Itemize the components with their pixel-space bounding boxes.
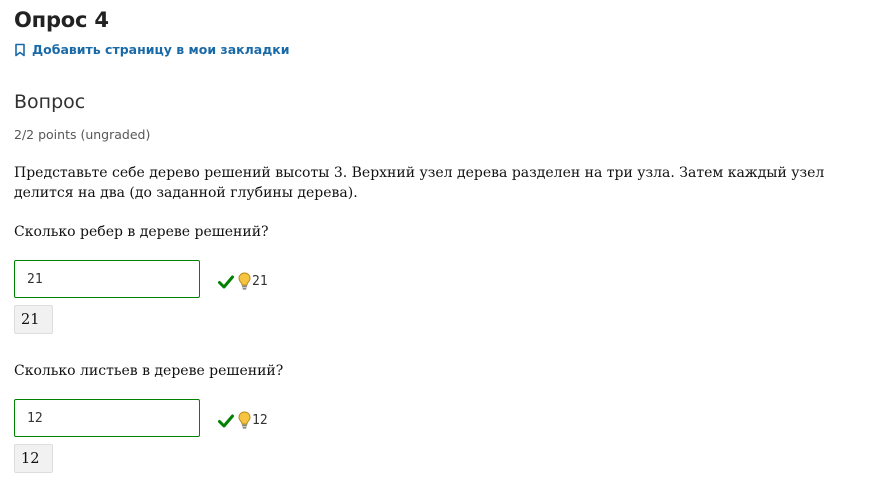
problem-heading: Вопрос [14,91,86,113]
hint-value-2: 12 [252,413,268,428]
lightbulb-icon[interactable] [238,411,251,430]
points-label: 2/2 points (ungraded) [14,127,151,142]
answer-preview-2: 12 [14,444,53,473]
answer-status-2: 12 [218,411,268,430]
bookmark-label: Добавить страницу в мои закладки [32,42,290,57]
hint-value-1: 21 [252,274,268,289]
question-2-text: Сколько листьев в дереве решений? [14,363,284,379]
problem-statement: Представьте себе дерево решений высоты 3… [14,165,825,201]
question-1-text: Сколько ребер в дереве решений? [14,224,269,240]
bookmark-icon [15,43,25,56]
answer-input-2[interactable] [14,399,200,437]
bookmark-link[interactable]: Добавить страницу в мои закладки [14,42,290,57]
checkmark-icon [218,414,234,427]
answer-status-1: 21 [218,272,268,291]
checkmark-icon [218,275,234,288]
page-title: Опрос 4 [14,8,109,32]
lightbulb-icon[interactable] [238,272,251,291]
answer-preview-1: 21 [14,305,53,334]
answer-input-1[interactable] [14,260,200,298]
